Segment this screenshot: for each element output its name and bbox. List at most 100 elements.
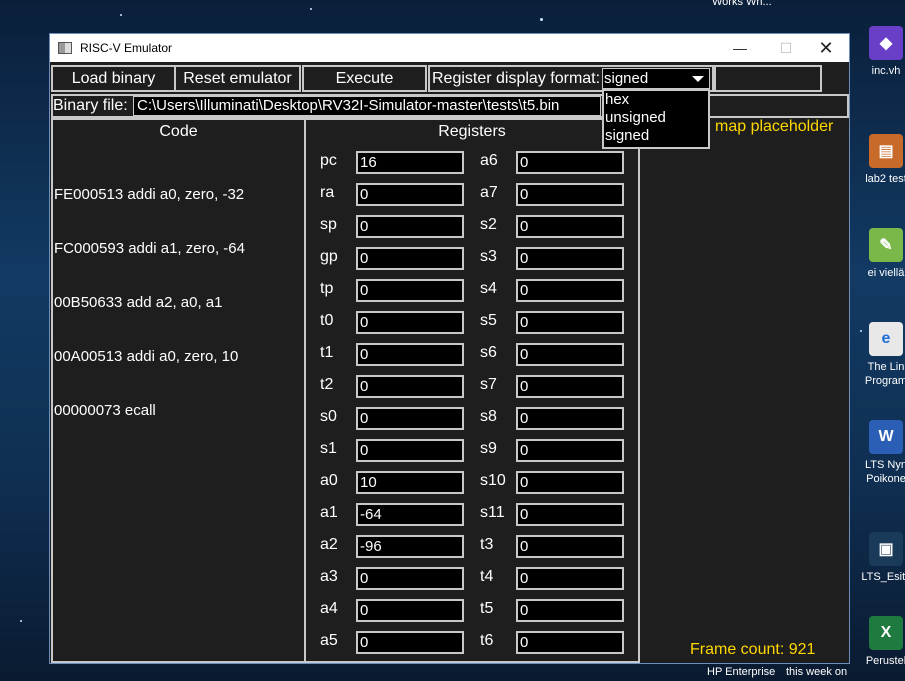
register-name-a2: a2 (320, 536, 338, 553)
register-value-s6[interactable]: 0 (516, 343, 624, 366)
register-name-s4: s4 (480, 280, 497, 297)
register-value-t1[interactable]: 0 (356, 343, 464, 366)
register-value-t0[interactable]: 0 (356, 311, 464, 334)
pdf-icon: e (869, 322, 903, 356)
register-value-t3[interactable]: 0 (516, 535, 624, 558)
register-name-a1: a1 (320, 504, 338, 521)
load-binary-button[interactable]: Load binary (51, 65, 176, 92)
register-value-t5[interactable]: 0 (516, 599, 624, 622)
register-value-ra[interactable]: 0 (356, 183, 464, 206)
register-name-t1: t1 (320, 344, 334, 361)
register-name-s0: s0 (320, 408, 337, 425)
registers-title: Registers (438, 123, 506, 140)
register-value-s3[interactable]: 0 (516, 247, 624, 270)
register-value-a3[interactable]: 0 (356, 567, 464, 590)
register-value-s4[interactable]: 0 (516, 279, 624, 302)
register-value-s9[interactable]: 0 (516, 439, 624, 462)
register-name-s6: s6 (480, 344, 497, 361)
desktop-icon-label: Program (864, 375, 905, 387)
desktop-icon-lab2[interactable]: ▤ lab2 test (856, 134, 905, 186)
register-value-a7[interactable]: 0 (516, 183, 624, 206)
register-name-a4: a4 (320, 600, 338, 617)
register-name-ra: ra (320, 184, 335, 201)
register-name-a6: a6 (480, 152, 498, 169)
desktop-icon-label: inc.vh (871, 65, 901, 77)
register-name-t5: t5 (480, 600, 494, 617)
register-value-t6[interactable]: 0 (516, 631, 624, 654)
register-value-tp[interactable]: 0 (356, 279, 464, 302)
code-line: FC000593 addi a1, zero, -64 (54, 240, 245, 257)
desktop-icon-lts-nyn[interactable]: W LTS Nyn Poikone (856, 420, 905, 486)
word-icon: W (869, 420, 903, 454)
frame-count: Frame count: 921 (690, 641, 816, 658)
register-name-t4: t4 (480, 568, 494, 585)
register-value-s10[interactable]: 0 (516, 471, 624, 494)
map-placeholder: map placeholder (715, 118, 834, 135)
code-line: 00000073 ecall (54, 402, 156, 419)
close-button[interactable]: ✕ (803, 34, 849, 62)
code-line: 00A00513 addi a0, zero, 10 (54, 348, 239, 365)
archive-icon: ◆ (869, 26, 903, 60)
register-value-a5[interactable]: 0 (356, 631, 464, 654)
desktop-icon-label: The Lin (867, 361, 905, 373)
register-value-s2[interactable]: 0 (516, 215, 624, 238)
register-value-a4[interactable]: 0 (356, 599, 464, 622)
emulator-window: RISC-V Emulator — ☐ ✕ Load binary Reset … (49, 33, 850, 664)
minimize-button[interactable]: — (717, 34, 763, 62)
register-value-s7[interactable]: 0 (516, 375, 624, 398)
register-value-s11[interactable]: 0 (516, 503, 624, 526)
reset-emulator-button[interactable]: Reset emulator (174, 65, 301, 92)
desktop-icon-label: Poikone (866, 473, 905, 485)
code-panel: Code FE000513 addi a0, zero, -32 FC00059… (51, 118, 306, 663)
register-name-t3: t3 (480, 536, 494, 553)
register-name-a3: a3 (320, 568, 338, 585)
desktop-icon-label: LTS Nyn (865, 459, 905, 471)
register-value-a6[interactable]: 0 (516, 151, 624, 174)
code-line: FE000513 addi a0, zero, -32 (54, 186, 245, 203)
register-value-s5[interactable]: 0 (516, 311, 624, 334)
format-option-unsigned[interactable]: unsigned (604, 109, 708, 127)
register-value-s8[interactable]: 0 (516, 407, 624, 430)
register-value-s1[interactable]: 0 (356, 439, 464, 462)
execute-button[interactable]: Execute (302, 65, 427, 92)
binary-file-path[interactable]: C:\Users\Illuminati\Desktop\RV32I-Simula… (133, 96, 601, 116)
desktop-icon-perustel[interactable]: X Perustel (856, 616, 905, 668)
star (310, 8, 312, 10)
excel-icon: X (869, 616, 903, 650)
register-value-a0[interactable]: 10 (356, 471, 464, 494)
register-value-t2[interactable]: 0 (356, 375, 464, 398)
desktop-top-label: Works Wh... (712, 0, 772, 8)
format-option-hex[interactable]: hex (604, 91, 708, 109)
register-name-a7: a7 (480, 184, 498, 201)
format-option-signed[interactable]: signed (604, 127, 708, 145)
register-name-s2: s2 (480, 216, 497, 233)
desktop-icon-inc[interactable]: ◆ inc.vh (856, 26, 905, 78)
register-value-s0[interactable]: 0 (356, 407, 464, 430)
register-name-s1: s1 (320, 440, 337, 457)
desktop-icon-label: ei viellä (867, 267, 905, 279)
register-value-a1[interactable]: -64 (356, 503, 464, 526)
register-format-dropdown: hex unsigned signed (602, 89, 710, 149)
register-name-s11: s11 (480, 504, 505, 521)
register-value-t4[interactable]: 0 (516, 567, 624, 590)
chevron-down-icon (692, 76, 704, 82)
star (120, 14, 122, 16)
register-format-select[interactable]: signed (602, 68, 710, 89)
title-bar[interactable]: RISC-V Emulator — ☐ ✕ (50, 34, 849, 62)
desktop-icon-lts-esity[interactable]: ▣ LTS_Esity (856, 532, 905, 584)
register-name-s8: s8 (480, 408, 497, 425)
register-value-gp[interactable]: 0 (356, 247, 464, 270)
register-format-label: Register display format: (432, 69, 601, 87)
notepad-icon: ✎ (869, 228, 903, 262)
register-name-gp: gp (320, 248, 338, 265)
desktop-icon-ei-viella[interactable]: ✎ ei viellä (856, 228, 905, 280)
register-value-a2[interactable]: -96 (356, 535, 464, 558)
register-value-pc[interactable]: 16 (356, 151, 464, 174)
register-value-sp[interactable]: 0 (356, 215, 464, 238)
window-title: RISC-V Emulator (80, 41, 173, 55)
folder-icon: ▤ (869, 134, 903, 168)
register-format-selected: signed (604, 70, 649, 87)
register-name-t2: t2 (320, 376, 334, 393)
desktop-icon-the-lin[interactable]: e The Lin Program (856, 322, 905, 388)
toolbar-spacer (714, 65, 822, 92)
